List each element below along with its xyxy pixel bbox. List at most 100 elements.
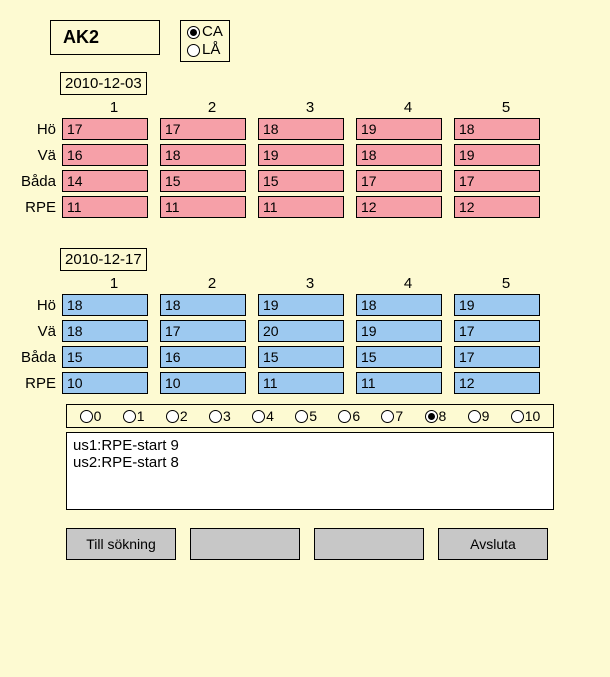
col-header: 1	[65, 275, 163, 292]
notes-textarea[interactable]: us1:RPE-start 9 us2:RPE-start 8	[66, 432, 554, 510]
value-cell[interactable]: 14	[62, 170, 148, 192]
radio-icon	[381, 410, 394, 423]
value-cell[interactable]: 10	[160, 372, 246, 394]
row-label: RPE	[0, 199, 62, 216]
rpe-option-label: 6	[352, 408, 360, 424]
rpe-option-7[interactable]: 7	[381, 408, 403, 424]
value-cell[interactable]: 19	[356, 320, 442, 342]
rpe-option-9[interactable]: 9	[468, 408, 490, 424]
rpe-option-5[interactable]: 5	[295, 408, 317, 424]
radio-icon	[425, 410, 438, 423]
value-cell[interactable]: 15	[160, 170, 246, 192]
value-cell[interactable]: 18	[160, 294, 246, 316]
session-date: 2010-12-17	[60, 248, 147, 271]
value-cell[interactable]: 17	[454, 320, 540, 342]
radio-icon	[511, 410, 524, 423]
mode-option-ca[interactable]: CA	[187, 23, 223, 41]
radio-icon	[187, 26, 200, 39]
col-header: 5	[457, 275, 555, 292]
value-cell[interactable]: 17	[454, 346, 540, 368]
value-cell[interactable]: 11	[62, 196, 148, 218]
radio-icon	[338, 410, 351, 423]
value-cell[interactable]: 18	[356, 144, 442, 166]
value-cell[interactable]: 18	[62, 320, 148, 342]
mode-option-la[interactable]: LÅ	[187, 41, 223, 59]
rpe-option-8[interactable]: 8	[425, 408, 447, 424]
table-row: RPE 11 11 11 12 12	[0, 196, 610, 218]
table-row: RPE 10 10 11 11 12	[0, 372, 610, 394]
table-row: Vä 16 18 19 18 19	[0, 144, 610, 166]
column-headers: 1 2 3 4 5	[65, 99, 610, 116]
value-cell[interactable]: 11	[258, 372, 344, 394]
radio-icon	[187, 44, 200, 57]
value-cell[interactable]: 20	[258, 320, 344, 342]
rpe-option-label: 3	[223, 408, 231, 424]
value-cell[interactable]: 12	[454, 372, 540, 394]
session-block-2: 2010-12-17 1 2 3 4 5 Hö 18 18 19 18 19 V…	[0, 248, 610, 394]
rpe-option-label: 10	[525, 408, 541, 424]
value-cell[interactable]: 17	[62, 118, 148, 140]
value-cell[interactable]: 11	[258, 196, 344, 218]
radio-icon	[468, 410, 481, 423]
value-cell[interactable]: 15	[356, 346, 442, 368]
value-cell[interactable]: 15	[258, 346, 344, 368]
radio-icon	[295, 410, 308, 423]
value-cell[interactable]: 10	[62, 372, 148, 394]
col-header: 5	[457, 99, 555, 116]
value-cell[interactable]: 12	[356, 196, 442, 218]
value-cell[interactable]: 18	[258, 118, 344, 140]
value-cell[interactable]: 19	[454, 294, 540, 316]
value-cell[interactable]: 17	[160, 320, 246, 342]
value-cell[interactable]: 18	[356, 294, 442, 316]
col-header: 3	[261, 99, 359, 116]
rpe-option-10[interactable]: 10	[511, 408, 541, 424]
rpe-option-2[interactable]: 2	[166, 408, 188, 424]
row-label: RPE	[0, 375, 62, 392]
col-header: 3	[261, 275, 359, 292]
value-cell[interactable]: 18	[454, 118, 540, 140]
value-cell[interactable]: 17	[160, 118, 246, 140]
search-button[interactable]: Till sökning	[66, 528, 176, 560]
rpe-option-1[interactable]: 1	[123, 408, 145, 424]
session-date: 2010-12-03	[60, 72, 147, 95]
col-header: 4	[359, 275, 457, 292]
table-row: Hö 18 18 19 18 19	[0, 294, 610, 316]
value-cell[interactable]: 11	[356, 372, 442, 394]
value-cell[interactable]: 15	[258, 170, 344, 192]
value-cell[interactable]: 16	[62, 144, 148, 166]
rpe-option-0[interactable]: 0	[80, 408, 102, 424]
value-cell[interactable]: 17	[356, 170, 442, 192]
value-cell[interactable]: 18	[62, 294, 148, 316]
value-cell[interactable]: 15	[62, 346, 148, 368]
value-cell[interactable]: 19	[258, 144, 344, 166]
row-label: Båda	[0, 349, 62, 366]
rpe-option-label: 8	[439, 408, 447, 424]
rpe-scale: 0 1 2 3 4 5 6 7 8 9 10	[66, 404, 554, 428]
mode-label: LÅ	[202, 41, 220, 59]
value-cell[interactable]: 19	[258, 294, 344, 316]
button-row: Till sökning Avsluta	[66, 528, 554, 560]
button-2[interactable]	[190, 528, 300, 560]
mode-label: CA	[202, 23, 223, 41]
code-box: AK2	[50, 20, 160, 55]
radio-icon	[252, 410, 265, 423]
button-3[interactable]	[314, 528, 424, 560]
value-cell[interactable]: 17	[454, 170, 540, 192]
col-header: 4	[359, 99, 457, 116]
rpe-option-6[interactable]: 6	[338, 408, 360, 424]
rpe-option-label: 9	[482, 408, 490, 424]
quit-button[interactable]: Avsluta	[438, 528, 548, 560]
value-cell[interactable]: 18	[160, 144, 246, 166]
value-cell[interactable]: 19	[454, 144, 540, 166]
rpe-option-4[interactable]: 4	[252, 408, 274, 424]
value-cell[interactable]: 19	[356, 118, 442, 140]
rpe-option-label: 0	[94, 408, 102, 424]
value-cell[interactable]: 16	[160, 346, 246, 368]
radio-icon	[80, 410, 93, 423]
rpe-option-3[interactable]: 3	[209, 408, 231, 424]
table-row: Båda 14 15 15 17 17	[0, 170, 610, 192]
rpe-option-label: 1	[137, 408, 145, 424]
row-label: Hö	[0, 297, 62, 314]
value-cell[interactable]: 12	[454, 196, 540, 218]
value-cell[interactable]: 11	[160, 196, 246, 218]
